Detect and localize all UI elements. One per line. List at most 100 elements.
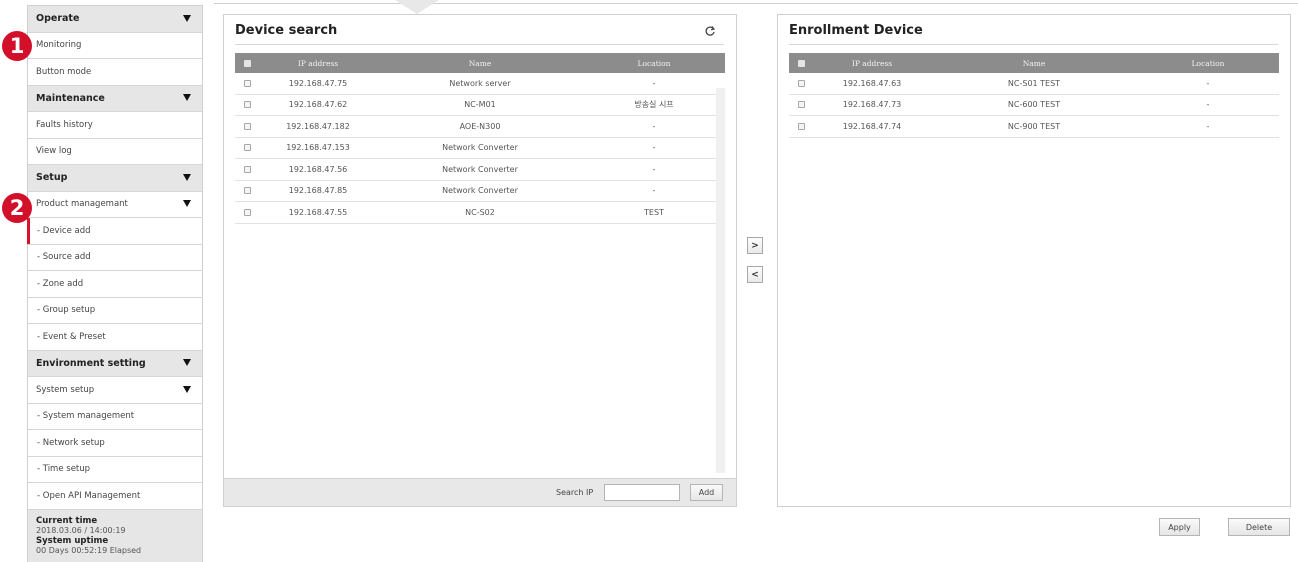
sidebar-item-label: Button mode [36,66,92,77]
cell-ip: 192.168.47.73 [842,100,902,110]
table-row[interactable]: 192.168.47.63 NC-S01 TEST - [789,73,1279,95]
cell-location: - [652,164,656,174]
sidebar-section-operate[interactable]: Operate [28,6,202,33]
sidebar-item-label: View log [36,146,72,157]
caret-down-icon[interactable] [183,200,191,208]
device-search-table: IP address Name Location 192.168.47.75 Ne… [235,53,725,224]
move-right-button[interactable]: > [747,237,763,254]
col-ip: IP address [851,58,893,68]
row-checkbox[interactable] [243,79,251,87]
sidebar-item-system-setup[interactable]: System setup [28,377,202,404]
sidebar: Operate Monitoring Button mode Maintenance F… [27,5,203,562]
cell-location: 방송실 시프 [634,100,674,110]
row-checkbox[interactable] [797,79,805,87]
table-row[interactable]: 192.168.47.153 Network Converter - [235,138,725,159]
sidebar-item-label: Maintenance [36,92,105,104]
cell-ip: 192.168.47.63 [842,78,902,88]
cell-location: - [652,186,656,196]
cell-ip: 192.168.47.74 [842,121,902,131]
table-row[interactable]: 192.168.47.75 Network server - [235,73,725,95]
search-bar: Search IP Add [224,478,736,506]
table-row[interactable]: 192.168.47.74 NC-900 TEST - [789,116,1279,138]
sidebar-item-zone-add[interactable]: - Zone add [28,271,202,298]
scrollbar[interactable] [716,88,725,473]
cell-name: NC-M01 [464,100,496,110]
sidebar-item-network-setup[interactable]: - Network setup [28,430,202,457]
col-ip: IP address [297,58,339,68]
step-badge-2: 2 [2,193,32,223]
step-badge-1: 1 [2,31,32,61]
sidebar-item-event-preset[interactable]: - Event & Preset [28,324,202,351]
sidebar-section-environment-setting[interactable]: Environment setting [28,350,202,377]
row-checkbox[interactable] [243,187,251,195]
sidebar-item-source-add[interactable]: - Source add [28,244,202,271]
table-body: 192.168.47.75 Network server - 192.168.47.6… [235,73,725,224]
sidebar-item-label: Product managemant [36,199,128,210]
cell-location: - [1206,78,1210,88]
row-checkbox[interactable] [243,101,251,109]
table-row[interactable]: 192.168.47.182 AOE-N300 - [235,116,725,138]
row-checkbox[interactable] [797,101,805,109]
search-ip-input[interactable] [604,484,680,501]
table-row[interactable]: 192.168.47.62 NC-M01 방송실 시프 [235,95,725,116]
caret-down-icon[interactable] [183,385,191,393]
sidebar-item-device-add[interactable]: - Device add [27,218,202,245]
row-checkbox[interactable] [243,208,251,216]
table-row[interactable]: 192.168.47.56 Network Converter - [235,159,725,181]
title-divider [235,44,724,45]
cell-name: NC-S02 [465,207,495,217]
caret-down-icon[interactable] [183,359,191,367]
device-search-title: Device search [235,23,338,38]
cell-name: NC-600 TEST [1007,100,1061,110]
uptime-label: System uptime [36,535,109,546]
select-all-checkbox[interactable] [797,59,805,67]
col-location: Location [1191,58,1225,68]
sidebar-item-group-setup[interactable]: - Group setup [28,297,202,324]
table-row[interactable]: 192.168.47.55 NC-S02 TEST [235,202,725,224]
sidebar-item-view-log[interactable]: View log [28,138,202,165]
row-checkbox[interactable] [797,122,805,130]
row-checkbox[interactable] [243,144,251,152]
caret-down-icon[interactable] [183,94,191,102]
sidebar-item-button-mode[interactable]: Button mode [28,59,202,86]
row-checkbox[interactable] [243,165,251,173]
refresh-icon[interactable] [704,25,716,37]
enrollment-table: IP address Name Location 192.168.47.63 NC… [789,53,1279,138]
sidebar-item-label: Monitoring [36,40,82,51]
current-time-label: Current time [36,515,98,526]
sidebar-item-open-api-management[interactable]: - Open API Management [28,483,202,510]
col-location: Location [637,58,671,68]
delete-button[interactable]: Delete [1228,518,1290,536]
sidebar-item-system-management[interactable]: - System management [28,403,202,430]
table-row[interactable]: 192.168.47.73 NC-600 TEST - [789,95,1279,116]
cell-ip: 192.168.47.153 [286,143,350,153]
sidebar-item-monitoring[interactable]: Monitoring [28,32,202,59]
caret-down-icon[interactable] [183,14,191,22]
move-left-button[interactable]: < [747,266,763,283]
cell-ip: 192.168.47.182 [286,121,350,131]
cell-ip: 192.168.47.85 [288,186,348,196]
cell-ip: 192.168.47.75 [288,78,348,88]
sidebar-item-time-setup[interactable]: - Time setup [28,456,202,483]
sidebar-item-label: - Source add [37,252,91,263]
sidebar-item-label: - Group setup [37,305,96,316]
sidebar-item-label: - Device add [37,225,91,236]
cell-location: - [652,121,656,131]
sidebar-item-label: System setup [36,384,95,395]
caret-down-icon[interactable] [183,173,191,181]
select-all-checkbox[interactable] [243,59,251,67]
device-search-panel: Device search IP address Name Location 1… [223,14,737,507]
table-row[interactable]: 192.168.47.85 Network Converter - [235,181,725,202]
sidebar-section-maintenance[interactable]: Maintenance [28,85,202,112]
sidebar-section-setup[interactable]: Setup [28,165,202,192]
cell-location: TEST [644,207,664,217]
cell-name: Network Converter [442,186,518,196]
cell-name: NC-900 TEST [1007,121,1061,131]
sidebar-item-product-managemant[interactable]: Product managemant [28,191,202,218]
system-status: Current time 2018.03.06 / 14:00:19 Syste… [28,509,202,562]
sidebar-item-faults-history[interactable]: Faults history [28,112,202,139]
add-button[interactable]: Add [690,484,723,501]
apply-button[interactable]: Apply [1159,518,1200,536]
sidebar-item-label: - Open API Management [37,490,141,501]
row-checkbox[interactable] [243,122,251,130]
